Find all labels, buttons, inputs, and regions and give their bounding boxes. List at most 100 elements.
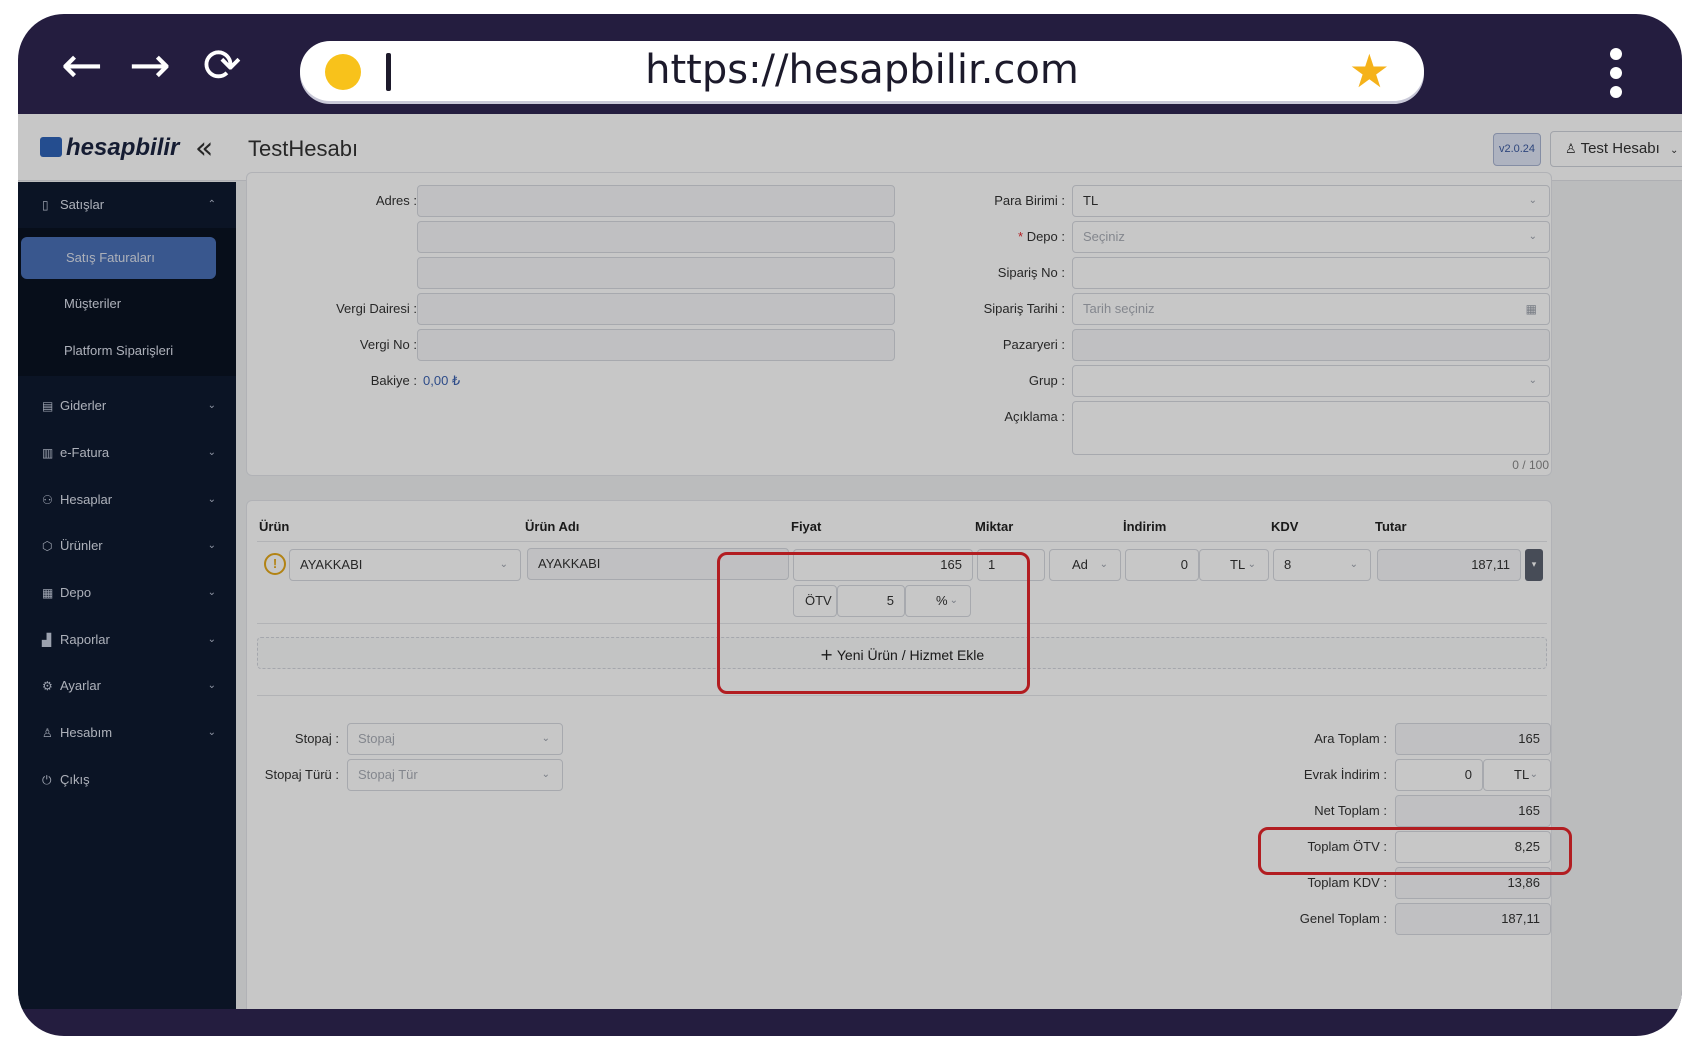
tutar-value: 187,11 <box>1471 557 1510 572</box>
vergi-dairesi-input[interactable] <box>417 293 895 325</box>
sidebar-item-label: Hesaplar <box>60 492 113 507</box>
col-header-indirim: İndirim <box>1123 519 1167 534</box>
grup-label: Grup : <box>1028 373 1065 388</box>
sidebar-item-giderler[interactable]: ▤ Giderler ⌄ <box>18 383 236 429</box>
grup-select[interactable]: ⌄ <box>1072 365 1550 397</box>
birim-value: Ad <box>1072 557 1088 572</box>
genel-toplam-value: 187,11 <box>1501 911 1540 926</box>
urun-adi-value: AYAKKABI <box>538 556 601 571</box>
chevron-down-icon: ⌄ <box>1529 769 1538 780</box>
forward-icon[interactable]: → <box>122 40 178 90</box>
warning-icon[interactable]: ! <box>264 553 286 575</box>
user-name: Test Hesabı <box>1580 140 1660 157</box>
birim-select[interactable]: Ad ⌄ <box>1049 549 1121 581</box>
stopaj-select[interactable]: Stopaj ⌄ <box>347 723 563 755</box>
chevron-down-icon: ⌄ <box>499 559 508 570</box>
indirim-birim-select[interactable]: TL ⌄ <box>1199 549 1269 581</box>
siparis-no-input[interactable] <box>1072 257 1550 289</box>
invoice-icon: ▥ <box>42 446 54 460</box>
adres-line-3-input[interactable] <box>417 257 895 289</box>
sidebar-item-label: Ayarlar <box>60 678 101 693</box>
browser-menu-icon[interactable] <box>1610 48 1624 105</box>
indirim-input[interactable]: 0 <box>1125 549 1199 581</box>
sidebar-item-satislar[interactable]: ▯ Satışlar ⌃ <box>18 182 236 228</box>
chevron-down-icon: ⌄ <box>1349 559 1358 570</box>
browser-frame: ← → ⟳ https://hesapbilir.com ★ hesapbili… <box>18 14 1682 1036</box>
bakiye-label: Bakiye : <box>370 373 417 388</box>
sidebar-item-depo[interactable]: ▦ Depo ⌄ <box>18 570 236 616</box>
siparis-tarihi-input[interactable]: Tarih seçiniz ▦ <box>1072 293 1550 325</box>
indirim-value: 0 <box>1180 557 1188 572</box>
sidebar-item-e-fatura[interactable]: ▥ e-Fatura ⌄ <box>18 430 236 476</box>
bookmark-star-icon[interactable]: ★ <box>1349 47 1390 95</box>
sidebar-submenu: Satış Faturaları Müşteriler Platform Sip… <box>18 228 236 376</box>
chevron-down-icon: ⌄ <box>207 400 216 411</box>
evrak-indirim-birim-select[interactable]: TL ⌄ <box>1483 759 1551 791</box>
siparis-tarihi-label: Sipariş Tarihi : <box>983 301 1065 316</box>
sidebar-item-hesaplar[interactable]: ⚇ Hesaplar ⌄ <box>18 477 236 523</box>
expense-icon: ▤ <box>42 399 54 413</box>
sidebar-item-label: Platform Siparişleri <box>64 343 174 358</box>
sidebar-item-raporlar[interactable]: ▟ Raporlar ⌄ <box>18 617 236 663</box>
sidebar-item-label: Satış Faturaları <box>66 250 155 265</box>
stopaj-turu-placeholder: Stopaj Tür <box>358 767 418 782</box>
sidebar-item-label: e-Fatura <box>60 445 110 460</box>
depo-label: * Depo : <box>937 229 1065 244</box>
app-logo[interactable]: hesapbilir <box>40 134 179 162</box>
indirim-birim-value: TL <box>1230 557 1246 572</box>
col-header-fiyat: Fiyat <box>791 519 822 534</box>
url-text: https://hesapbilir.com <box>645 47 1079 93</box>
sidebar-item-platform-siparisleri[interactable]: Platform Siparişleri <box>42 331 220 371</box>
sidebar-item-urunler[interactable]: ⬡ Ürünler ⌄ <box>18 523 236 569</box>
evrak-indirim-input[interactable]: 0 <box>1395 759 1483 791</box>
para-birimi-select[interactable]: TL ⌄ <box>1072 185 1550 217</box>
depo-select[interactable]: Seçiniz ⌄ <box>1072 221 1550 253</box>
sidebar-item-label: Raporlar <box>60 632 110 647</box>
sidebar-item-ayarlar[interactable]: ⚙ Ayarlar ⌄ <box>18 663 236 709</box>
invoice-info-card: Adres : Vergi Dairesi : Vergi No : Bakiy… <box>246 172 1552 476</box>
pazaryeri-input[interactable] <box>1072 329 1550 361</box>
genel-toplam-field: 187,11 <box>1395 903 1551 935</box>
bakiye-value: 0,00 ₺ <box>423 373 461 388</box>
kdv-value: 8 <box>1284 557 1292 572</box>
toplam-kdv-value: 13,86 <box>1507 875 1540 890</box>
reload-icon[interactable]: ⟳ <box>194 40 250 90</box>
sidebar-item-label: Müşteriler <box>64 296 122 311</box>
collapse-sidebar-icon[interactable]: « <box>195 131 213 166</box>
sidebar-item-label: Ürünler <box>60 538 103 553</box>
user-icon: ♙ <box>1565 142 1577 157</box>
adres-line-2-input[interactable] <box>417 221 895 253</box>
adres-line-1-input[interactable] <box>417 185 895 217</box>
user-menu-button[interactable]: ♙ Test Hesabı ⌄ <box>1550 131 1682 167</box>
chevron-down-icon: ⌄ <box>207 447 216 458</box>
calendar-icon[interactable]: ▦ <box>1526 294 1537 324</box>
sidebar-item-musteriler[interactable]: Müşteriler <box>42 284 220 324</box>
back-icon[interactable]: ← <box>54 40 110 90</box>
sidebar: ▯ Satışlar ⌃ Satış Faturaları Müşteriler P… <box>18 182 236 1009</box>
char-counter: 0 / 100 <box>1512 458 1549 472</box>
aciklama-textarea[interactable] <box>1072 401 1550 455</box>
kdv-select[interactable]: 8 ⌄ <box>1273 549 1371 581</box>
para-birimi-label: Para Birimi : <box>994 193 1065 208</box>
chevron-down-icon: ⌄ <box>1528 231 1537 242</box>
para-birimi-value: TL <box>1083 193 1099 208</box>
row-options-icon[interactable]: ▾ <box>1525 549 1543 581</box>
address-bar[interactable]: https://hesapbilir.com ★ <box>300 41 1424 101</box>
chevron-down-icon: ⌄ <box>207 540 216 551</box>
sidebar-item-cikis[interactable]: ⏻ Çıkış <box>18 757 236 803</box>
stopaj-turu-select[interactable]: Stopaj Tür ⌄ <box>347 759 563 791</box>
gear-icon: ⚙ <box>42 679 53 693</box>
sidebar-item-satis-faturalari[interactable]: Satış Faturaları <box>21 237 216 279</box>
vergi-no-input[interactable] <box>417 329 895 361</box>
chevron-down-icon: ⌄ <box>207 587 216 598</box>
chart-icon: ▟ <box>42 633 52 647</box>
adres-label: Adres : <box>375 193 417 208</box>
urun-select[interactable]: AYAKKABI ⌄ <box>289 549 521 581</box>
chevron-down-icon: ⌄ <box>1247 559 1256 570</box>
document-icon: ▯ <box>42 198 49 212</box>
chevron-down-icon: ⌄ <box>207 494 216 505</box>
chevron-down-icon: ⌄ <box>207 727 216 738</box>
col-header-miktar: Miktar <box>975 519 1014 534</box>
ara-toplam-value: 165 <box>1518 731 1540 746</box>
sidebar-item-hesabim[interactable]: ♙ Hesabım ⌄ <box>18 710 236 756</box>
